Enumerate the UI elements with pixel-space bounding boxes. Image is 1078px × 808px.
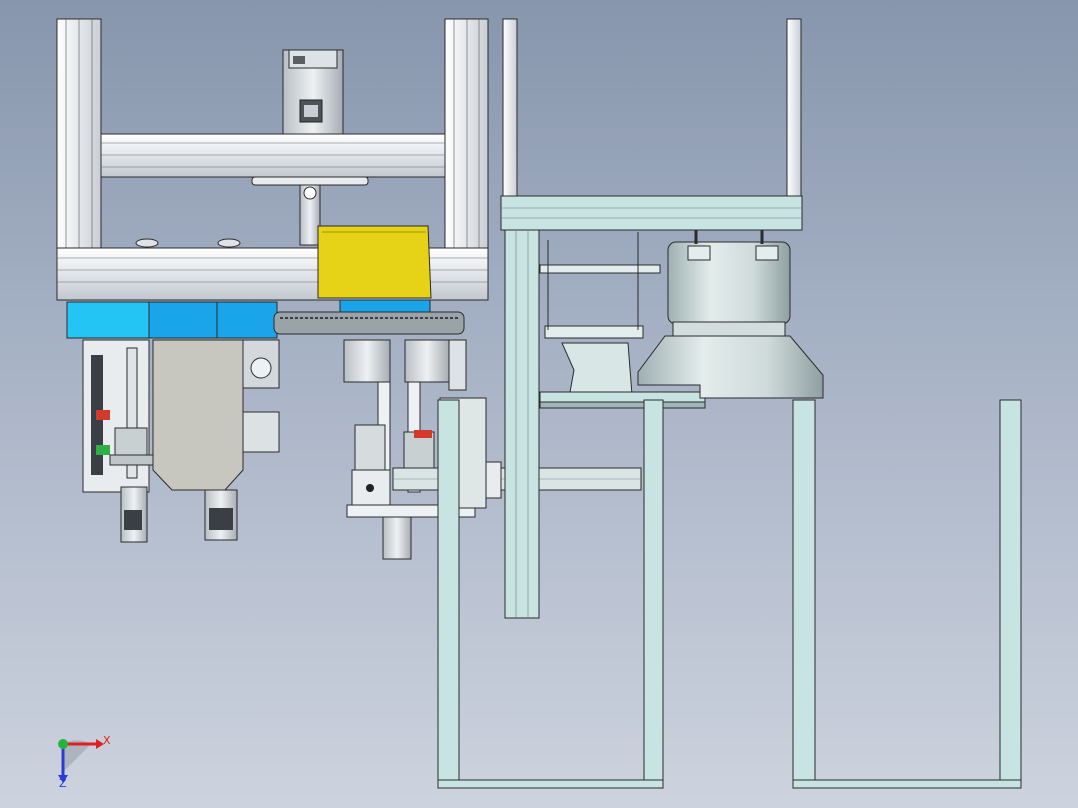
bowl-feeder-hopper[interactable] [637,230,824,399]
blue-actuator-blocks[interactable] [66,299,465,339]
y-axis-dot [58,739,68,749]
lower-support-frame-right[interactable] [792,399,1022,789]
gearbox-housing[interactable] [152,339,280,541]
cad-assembly-model[interactable] [0,0,1078,808]
yellow-safety-guard[interactable] [317,225,432,299]
cad-3d-viewport[interactable]: X Z [0,0,1078,808]
left-linear-module[interactable] [82,339,156,543]
x-axis-label: X [103,734,111,747]
z-axis-label: Z [59,777,67,790]
